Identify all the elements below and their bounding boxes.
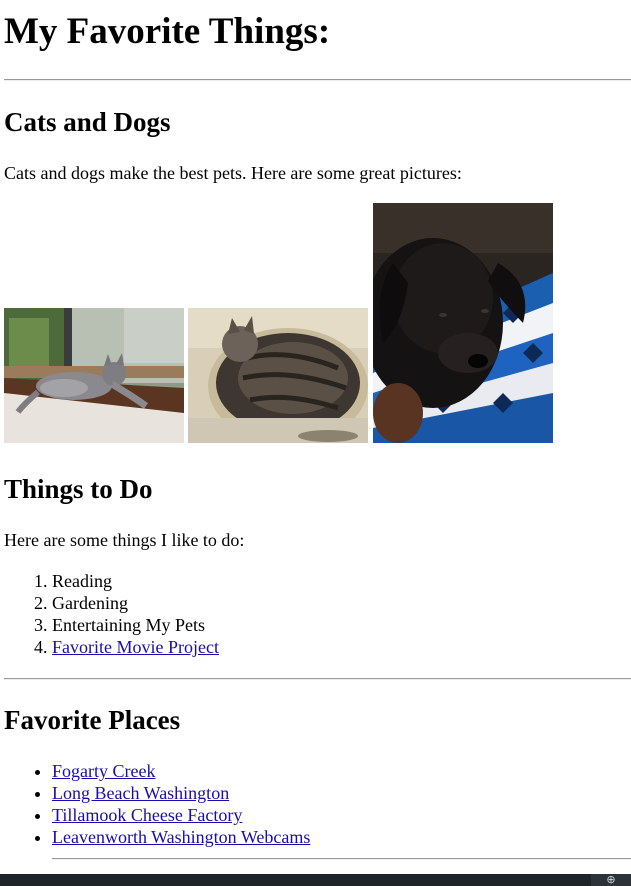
todo-heading: Things to Do: [4, 474, 153, 504]
list-item: Fogarty Creek: [52, 760, 310, 782]
places-heading: Favorite Places: [4, 705, 181, 735]
taskbar: ⊕: [0, 874, 631, 886]
zoom-icon[interactable]: ⊕: [591, 874, 631, 886]
tillamook-cheese-factory-link[interactable]: Tillamook Cheese Factory: [52, 805, 242, 825]
pets-intro: Cats and dogs make the best pets. Here a…: [4, 163, 462, 183]
todo-divider: [4, 678, 631, 680]
leavenworth-webcams-link[interactable]: Leavenworth Washington Webcams: [52, 827, 310, 847]
list-item-label: Entertaining My Pets: [52, 615, 205, 635]
page-title: My Favorite Things:: [4, 11, 331, 52]
list-item: Long Beach Washington: [52, 782, 310, 804]
cat-sleeping-photo: [188, 308, 368, 443]
todo-intro: Here are some things I like to do:: [4, 530, 245, 550]
places-list: Fogarty Creek Long Beach Washington Till…: [4, 760, 310, 848]
list-item-label: Reading: [52, 571, 112, 591]
list-item: Tillamook Cheese Factory: [52, 804, 310, 826]
pets-heading: Cats and Dogs: [4, 107, 171, 137]
fogarty-creek-link[interactable]: Fogarty Creek: [52, 761, 155, 781]
long-beach-washington-link[interactable]: Long Beach Washington: [52, 783, 229, 803]
list-item: Entertaining My Pets: [52, 614, 219, 636]
list-item: Reading: [52, 570, 219, 592]
favorite-movie-project-link[interactable]: Favorite Movie Project: [52, 637, 219, 657]
places-divider: [52, 858, 631, 860]
todo-list: Reading Gardening Entertaining My Pets F…: [4, 570, 219, 658]
title-divider: [4, 79, 631, 81]
list-item: Gardening: [52, 592, 219, 614]
pet-photo-gallery: [4, 203, 564, 443]
cat-windowsill-photo: [4, 308, 184, 443]
list-item: Leavenworth Washington Webcams: [52, 826, 310, 848]
list-item-label: Gardening: [52, 593, 128, 613]
list-item: Favorite Movie Project: [52, 636, 219, 658]
dog-photo: [373, 203, 553, 443]
